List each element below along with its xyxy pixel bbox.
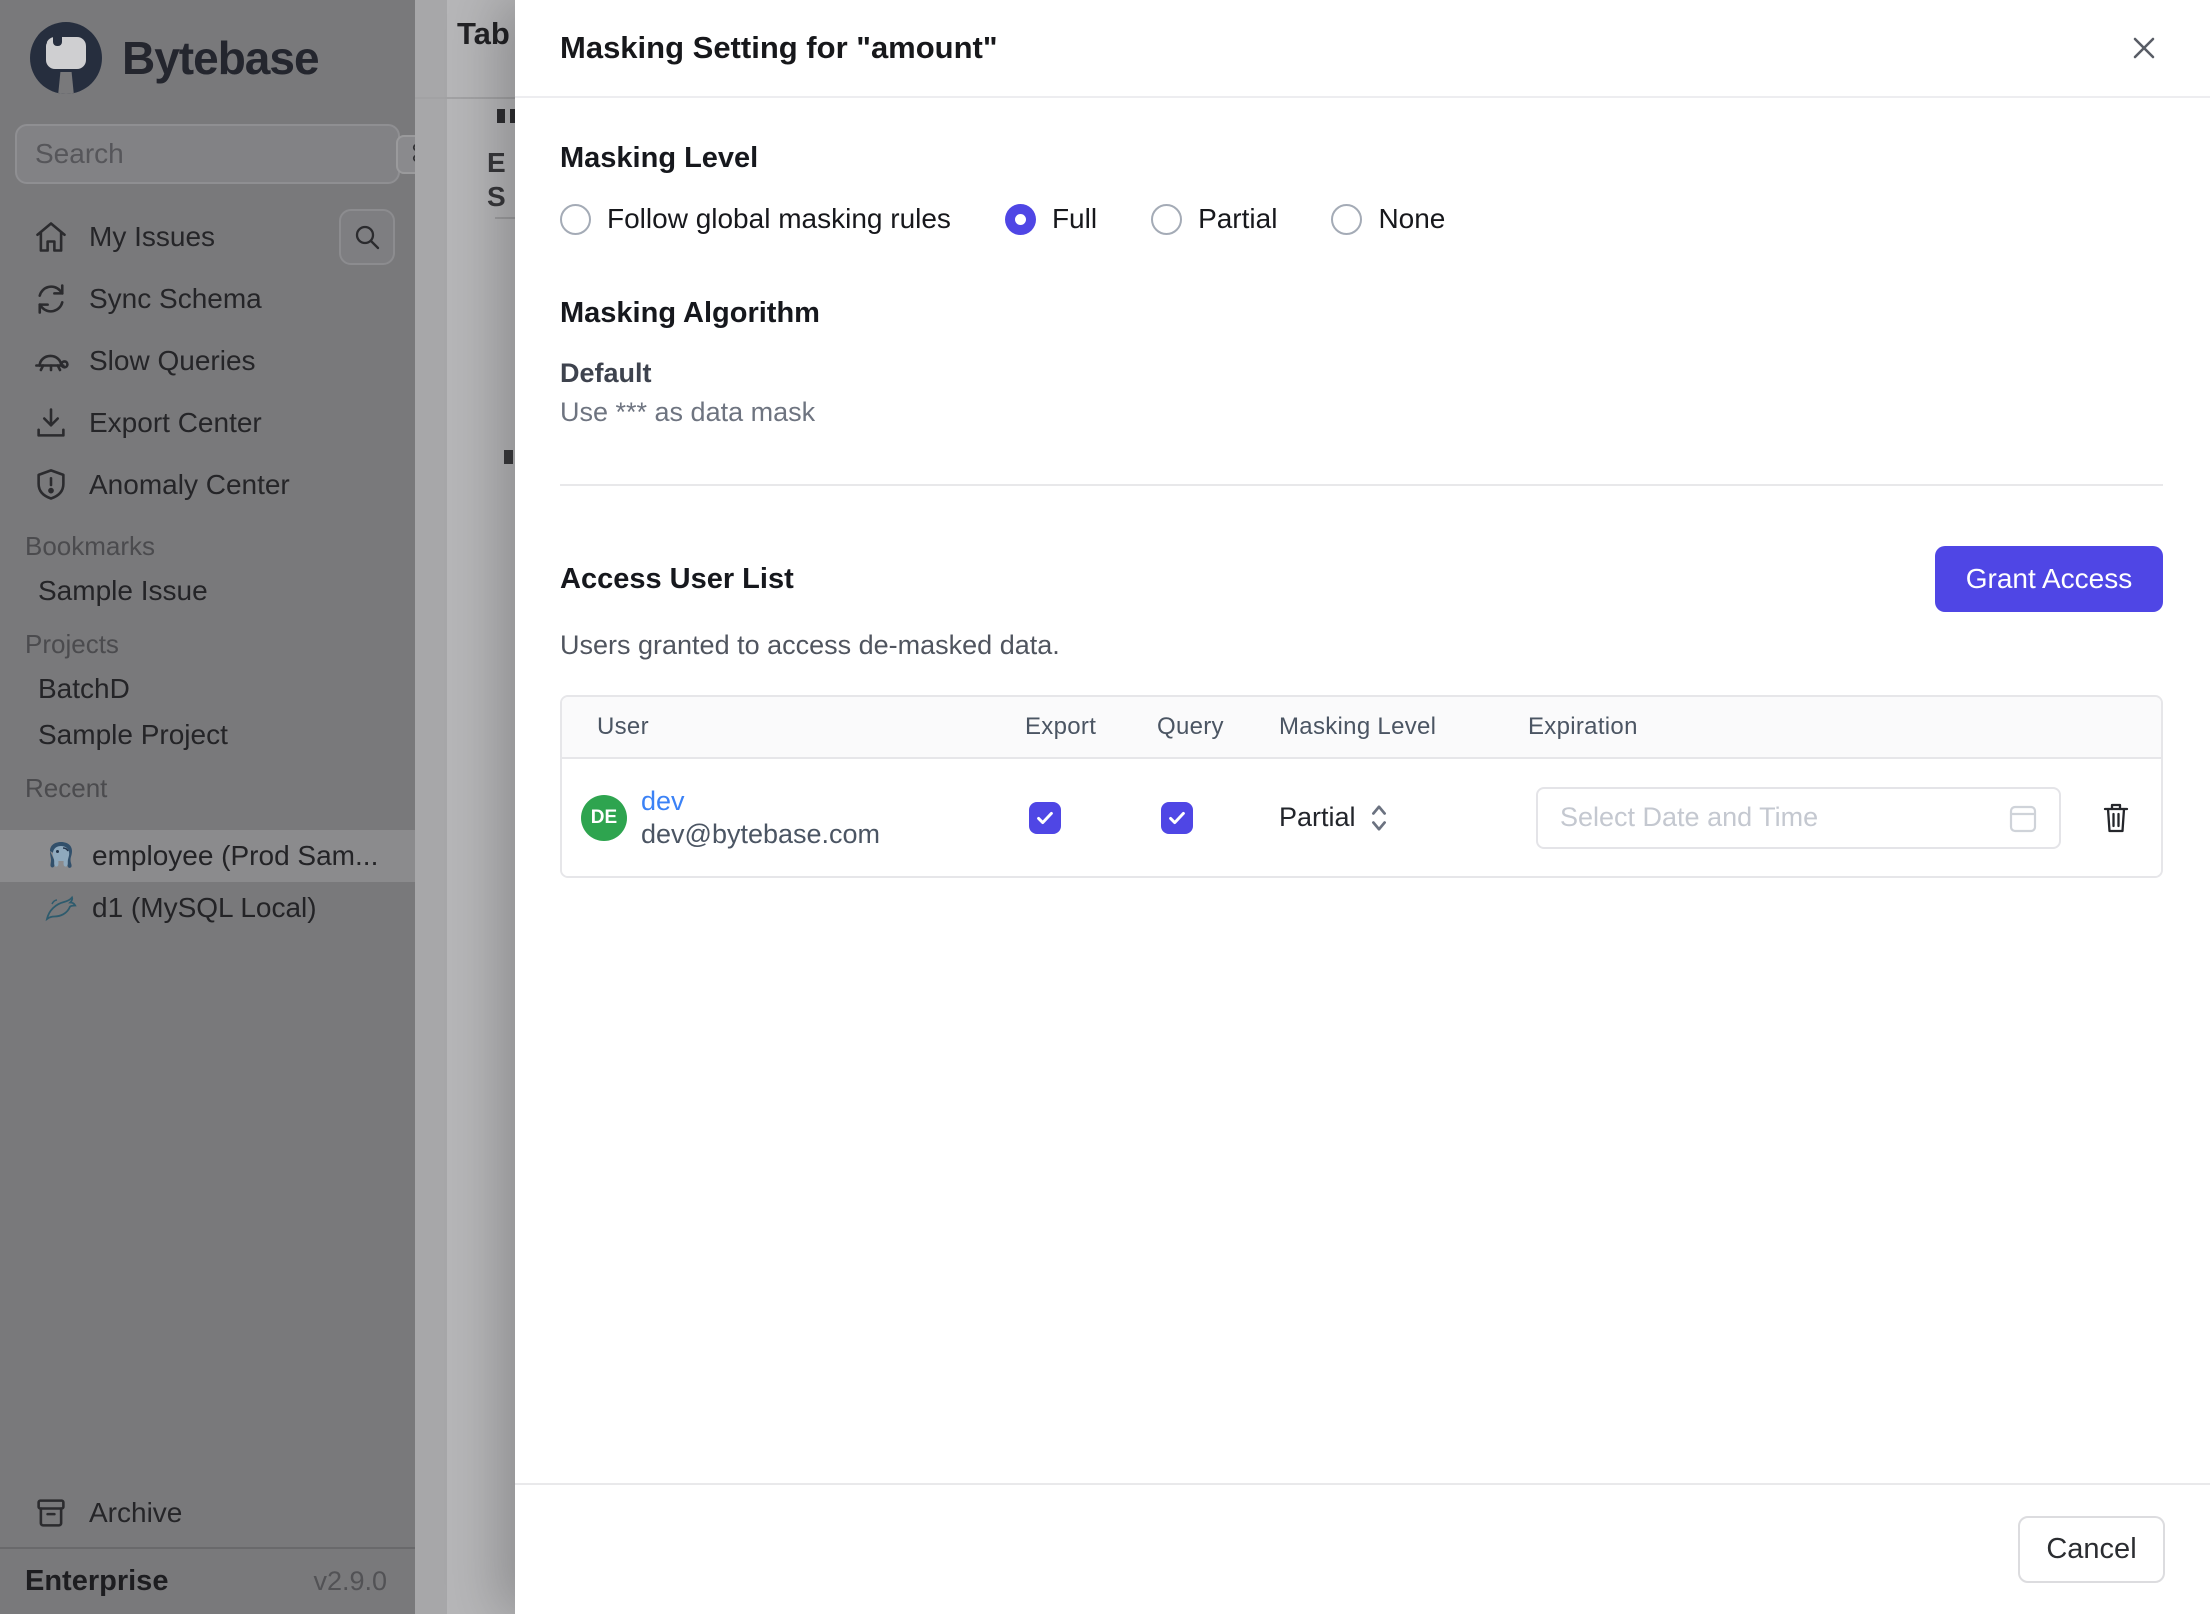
sidebar-item-batchd[interactable]: BatchD — [0, 666, 415, 712]
brand-name: Bytebase — [122, 32, 320, 84]
sidebar-item-export-center[interactable]: Export Center — [0, 392, 415, 454]
section-title-projects: Projects — [25, 628, 119, 659]
trash-icon — [2103, 803, 2129, 832]
sidebar-item-my-issues[interactable]: My Issues — [0, 206, 415, 268]
modal-footer: Cancel — [515, 1483, 2210, 1614]
sidebar-item-slow-queries[interactable]: Slow Queries — [0, 330, 415, 392]
app-screen: Bytebase ⌘ K My Issues Sync Schema — [0, 0, 2210, 1614]
plan-bar: Enterprise v2.9.0 — [0, 1547, 415, 1614]
sidebar-item-anomaly-center[interactable]: Anomaly Center — [0, 454, 415, 516]
quote-icon — [497, 109, 515, 123]
radio-follow-global[interactable]: Follow global masking rules — [560, 203, 951, 235]
home-icon — [36, 222, 66, 252]
access-user-list-subtitle: Users granted to access de-masked data. — [560, 630, 1060, 660]
col-header-query: Query — [1157, 713, 1224, 740]
quick-search-button[interactable] — [339, 209, 395, 265]
check-icon — [1037, 811, 1053, 824]
col-header-export: Export — [1025, 713, 1097, 740]
background-dot — [504, 450, 513, 464]
sidebar-item-d1-db[interactable]: d1 (MySQL Local) — [0, 882, 415, 934]
radio-circle[interactable] — [1331, 203, 1363, 235]
grant-access-button[interactable]: Grant Access — [1935, 546, 2163, 612]
delete-user-button[interactable] — [2094, 796, 2138, 840]
masking-setting-modal: Masking Setting for "amount" Masking Lev… — [515, 0, 2210, 1614]
calendar-icon — [2008, 802, 2038, 834]
app-version: v2.9.0 — [313, 1566, 387, 1596]
query-cell — [1157, 801, 1279, 834]
brand-logo: Bytebase — [0, 0, 415, 94]
modal-header: Masking Setting for "amount" — [515, 0, 2210, 98]
sync-icon — [38, 284, 64, 314]
turtle-icon — [35, 354, 69, 372]
expiration-date-input[interactable] — [1536, 786, 2061, 849]
chevron-up-down-icon — [1371, 804, 1386, 831]
bytebase-logo-icon — [30, 22, 102, 94]
export-checkbox[interactable] — [1029, 801, 1061, 834]
radio-circle-selected[interactable] — [1004, 203, 1036, 235]
divider — [560, 484, 2163, 486]
query-checkbox[interactable] — [1161, 801, 1193, 834]
section-title-bookmarks: Bookmarks — [25, 530, 156, 561]
row-actions — [2072, 796, 2161, 840]
radio-none[interactable]: None — [1331, 203, 1445, 235]
masking-algorithm-heading: Masking Algorithm — [560, 297, 820, 329]
background-panel-title-fragment: Tab — [457, 16, 510, 51]
close-button[interactable] — [2122, 26, 2166, 70]
sidebar: Bytebase ⌘ K My Issues Sync Schema — [0, 0, 471, 1614]
radio-full[interactable]: Full — [1004, 203, 1097, 235]
masking-level-radio-group: Follow global masking rules Full Partial… — [560, 203, 2163, 235]
postgres-icon — [50, 842, 72, 868]
col-header-masking-level: Masking Level — [1279, 713, 1437, 740]
access-user-list-heading: Access User List — [560, 562, 794, 595]
access-user-list-header: Access User List Grant Access — [560, 546, 2163, 612]
archive-icon — [37, 1499, 65, 1527]
sidebar-item-employee-db[interactable]: employee (Prod Sam... — [0, 830, 415, 882]
radio-circle[interactable] — [560, 203, 591, 235]
background-text-fragment: E — [487, 147, 506, 178]
sidebar-item-sync-schema[interactable]: Sync Schema — [0, 268, 415, 330]
user-cell: DE dev dev@bytebase.com — [562, 785, 1025, 851]
background-text-fragment: S — [487, 181, 506, 212]
table-header-row: User Export Query Masking Level Expirati… — [562, 697, 2161, 759]
sidebar-item-sample-issue[interactable]: Sample Issue — [0, 568, 415, 614]
avatar: DE — [581, 794, 627, 841]
col-header-expiration: Expiration — [1528, 713, 1638, 740]
radio-partial[interactable]: Partial — [1151, 203, 1277, 235]
col-header-user: User — [597, 713, 649, 740]
expiration-cell — [1528, 786, 2072, 849]
table-detail-panel-edge: Tab E S — [447, 0, 515, 1614]
modal-title: Masking Setting for "amount" — [560, 30, 998, 65]
sidebar-nav: My Issues Sync Schema Slow Queries Expor… — [0, 206, 415, 516]
algorithm-description: Use *** as data mask — [560, 397, 816, 427]
shield-icon — [37, 469, 65, 500]
algorithm-name: Default — [560, 358, 652, 388]
cancel-button[interactable]: Cancel — [2018, 1516, 2165, 1583]
modal-body: Masking Level Follow global masking rule… — [515, 98, 2210, 1483]
radio-circle[interactable] — [1151, 203, 1183, 235]
table-row: DE dev dev@bytebase.com Partial Select D… — [562, 759, 2161, 876]
search-icon — [355, 225, 380, 250]
export-cell — [1025, 801, 1157, 834]
section-title-recent: Recent — [25, 772, 108, 803]
sidebar-item-archive[interactable]: Archive — [0, 1485, 415, 1541]
sidebar-item-sample-project[interactable]: Sample Project — [0, 712, 415, 758]
user-email: dev@bytebase.com — [641, 818, 881, 849]
mysql-icon — [45, 895, 77, 922]
plan-name: Enterprise — [25, 1565, 169, 1597]
access-user-table: User Export Query Masking Level Expirati… — [560, 695, 2163, 878]
check-icon — [1169, 811, 1185, 824]
page-behind-overlay: Tab E S — [415, 0, 515, 1614]
sidebar-search[interactable]: ⌘ K — [15, 124, 471, 184]
user-name-link[interactable]: dev — [641, 785, 880, 818]
close-icon — [2133, 37, 2155, 59]
masking-level-heading: Masking Level — [560, 142, 759, 174]
search-input[interactable] — [35, 138, 396, 170]
masking-level-select[interactable]: Partial — [1279, 802, 1528, 833]
download-icon — [37, 408, 65, 437]
